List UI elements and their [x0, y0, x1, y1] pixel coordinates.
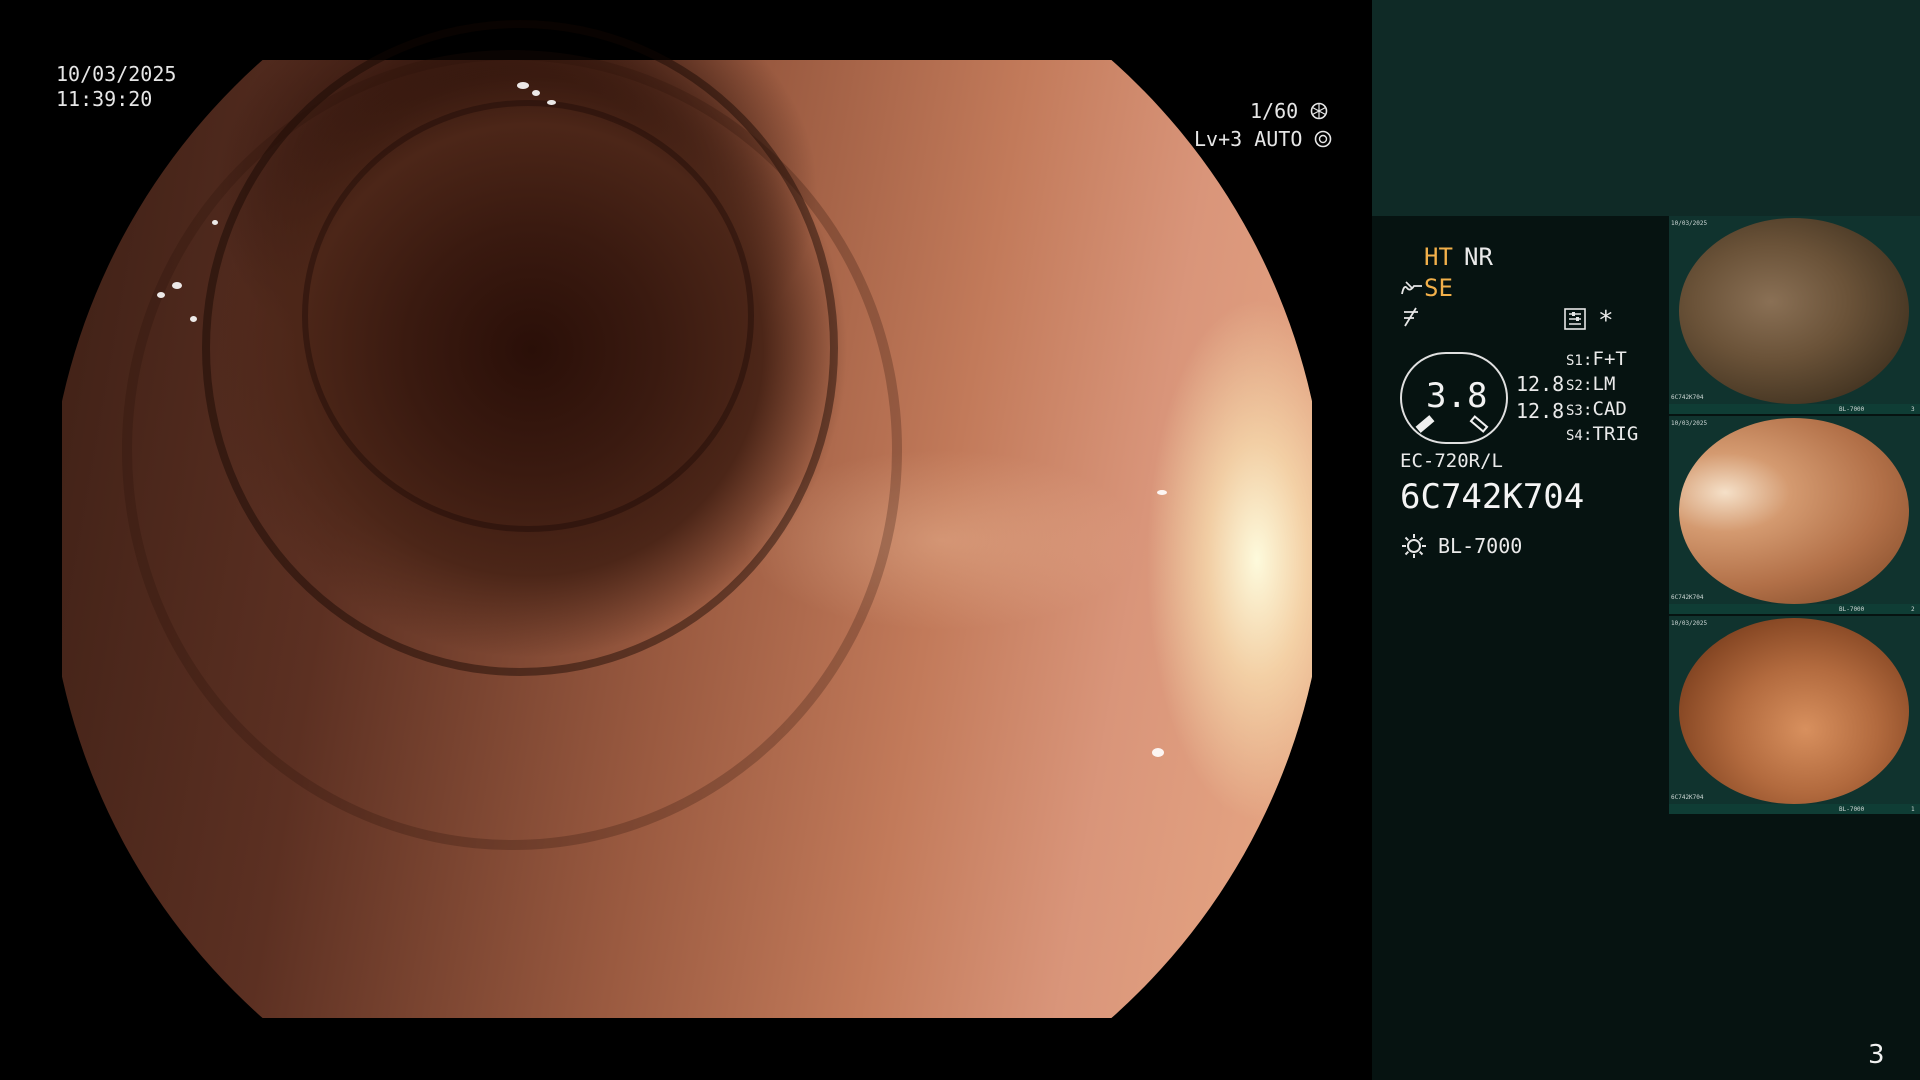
switch-key: S4	[1566, 428, 1583, 444]
captured-thumbnail[interactable]: 10/03/2025 6C742K704 BL-7000 2	[1669, 416, 1920, 614]
switch-item: S1:F+T	[1566, 348, 1627, 370]
light-reflection	[1152, 748, 1164, 757]
thumbnail-footer: BL-7000 1	[1669, 804, 1920, 814]
star-indicator: *	[1598, 306, 1614, 336]
exam-date: 10/03/2025	[56, 62, 177, 86]
nr-indicator: NR	[1464, 243, 1493, 271]
switch-item: S3:CAD	[1566, 398, 1627, 420]
light-source-icon	[1400, 532, 1428, 560]
thumbnail-footer: BL-7000 2	[1669, 604, 1920, 614]
switch-key: S1	[1566, 353, 1583, 369]
ht-indicator: HT	[1424, 243, 1453, 271]
aperture-max: 12.8	[1516, 399, 1565, 423]
thumbnail-index: 1	[1911, 806, 1915, 813]
shutter-icon	[1310, 101, 1328, 120]
thumbnail-footer: BL-7000 3	[1669, 404, 1920, 414]
thumbnail-image	[1679, 218, 1909, 404]
panel-header-area	[1372, 0, 1920, 216]
exam-time: 11:39:20	[56, 87, 153, 111]
switch-key: S3	[1566, 403, 1583, 419]
thumbnail-date: 10/03/2025	[1671, 620, 1708, 627]
switch-value: F+T	[1592, 348, 1627, 370]
scope-model: EC-720R/L	[1400, 450, 1503, 472]
light-reflection	[212, 220, 218, 225]
aperture-value: 3.8	[1426, 376, 1488, 416]
light-reflection	[547, 100, 556, 105]
thumbnail-serial: 6C742K704	[1671, 794, 1704, 801]
settings-icon	[1564, 308, 1586, 330]
exposure-mode: AUTO	[1254, 127, 1303, 151]
thumbnail-date: 10/03/2025	[1671, 220, 1708, 227]
aperture-min: 12.8	[1516, 372, 1565, 396]
thumbnail-serial: 6C742K704	[1671, 394, 1704, 401]
light-reflection	[517, 82, 529, 89]
thumbnail-serial: 6C742K704	[1671, 594, 1704, 601]
light-source-model: BL-7000	[1438, 534, 1523, 558]
switch-item: S4:TRIG	[1566, 423, 1639, 445]
endoscope-live-view: 10/03/2025 11:39:20 1/60 Lv+3 AUTO	[0, 0, 1372, 1080]
aperture-marker-right	[1469, 415, 1489, 433]
light-reflection	[1157, 490, 1167, 495]
shutter-speed: 1/60	[1250, 99, 1328, 124]
structure-enhancement-icon	[1400, 276, 1424, 300]
thumbnail-index: 3	[1911, 406, 1915, 413]
thumbnail-light-source: BL-7000	[1839, 606, 1865, 613]
se-indicator: SE	[1424, 274, 1453, 302]
captured-thumbnail[interactable]: 10/03/2025 6C742K704 BL-7000 3	[1669, 216, 1920, 414]
thumbnail-index: 2	[1911, 606, 1915, 613]
light-reflection	[157, 292, 165, 298]
scope-serial: 6C742K704	[1400, 477, 1585, 517]
color-enhancement-icon	[1400, 306, 1422, 328]
switch-value: TRIG	[1592, 423, 1639, 445]
aperture-marker-left	[1415, 415, 1435, 433]
light-reflection	[172, 282, 182, 289]
switch-value: LM	[1592, 373, 1616, 395]
shutter-value: 1/60	[1250, 99, 1299, 123]
exposure-level: Lv+3	[1194, 127, 1243, 151]
thumbnail-image	[1679, 418, 1909, 604]
mucosal-fold	[122, 50, 902, 850]
exposure-setting: Lv+3 AUTO	[1194, 127, 1332, 152]
thumbnail-image	[1679, 618, 1909, 804]
light-reflection	[190, 316, 197, 322]
iris-icon	[1314, 129, 1332, 148]
switch-list: S1:F+T S2:LM S3:CAD S4:TRIG	[1566, 348, 1638, 448]
switch-item: S2:LM	[1566, 373, 1616, 395]
switch-value: CAD	[1592, 398, 1627, 420]
thumbnail-date: 10/03/2025	[1671, 420, 1708, 427]
side-panel: HT NR SE * 3.8 12.8 12.8 S1:F+T S2:LM S3…	[1372, 0, 1920, 1080]
thumbnail-light-source: BL-7000	[1839, 806, 1865, 813]
page-number: 3	[1868, 1040, 1885, 1070]
thumbnail-light-source: BL-7000	[1839, 406, 1865, 413]
switch-key: S2	[1566, 378, 1583, 394]
captured-thumbnail[interactable]: 10/03/2025 6C742K704 BL-7000 1	[1669, 616, 1920, 814]
endoscopic-image	[62, 20, 1312, 1018]
light-reflection	[532, 90, 540, 96]
aperture-indicator: 3.8	[1400, 352, 1508, 444]
